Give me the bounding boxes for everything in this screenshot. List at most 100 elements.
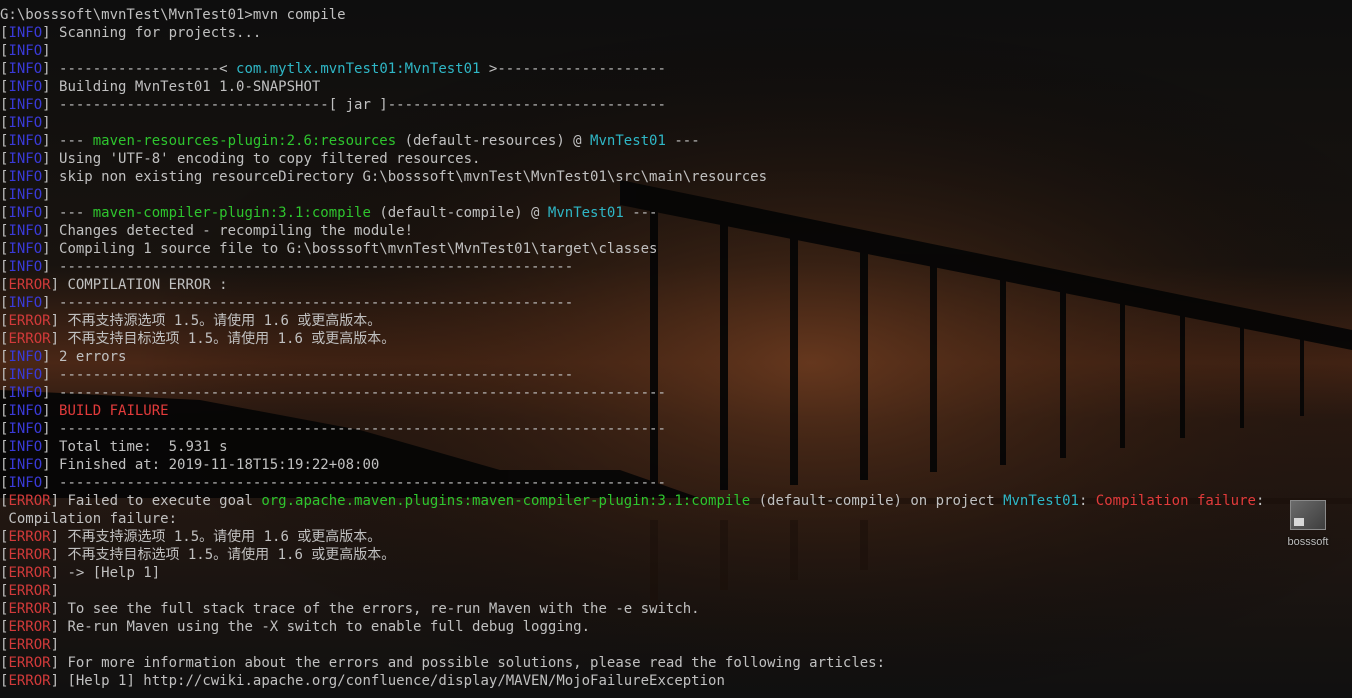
terminal-text: ] bbox=[50, 493, 68, 509]
terminal-text: INFO bbox=[8, 133, 43, 149]
terminal-text: G:\bosssoft\mvnTest\MvnTest01>mvn compil… bbox=[0, 7, 346, 23]
terminal-line: [INFO] bbox=[0, 186, 1352, 204]
terminal-text: ] bbox=[42, 349, 60, 365]
terminal-text: ] bbox=[42, 79, 60, 95]
terminal-text: INFO bbox=[8, 43, 43, 59]
terminal-line: [INFO] skip non existing resourceDirecto… bbox=[0, 168, 1352, 186]
terminal-line: [INFO] --- maven-resources-plugin:2.6:re… bbox=[0, 132, 1352, 150]
terminal-line: [ERROR] -> [Help 1] bbox=[0, 564, 1352, 582]
terminal-line: [INFO] 2 errors bbox=[0, 348, 1352, 366]
terminal-line: [ERROR] 不再支持目标选项 1.5。请使用 1.6 或更高版本。 bbox=[0, 330, 1352, 348]
terminal-text: ERROR bbox=[8, 565, 51, 581]
terminal-line: [INFO] Compiling 1 source file to G:\bos… bbox=[0, 240, 1352, 258]
terminal-text: ERROR bbox=[8, 493, 51, 509]
terminal-text: ] bbox=[42, 421, 60, 437]
terminal-text: ERROR bbox=[8, 529, 51, 545]
terminal-text: INFO bbox=[8, 367, 43, 383]
terminal-line: [ERROR] bbox=[0, 582, 1352, 600]
terminal-line: [INFO] ---------------------------------… bbox=[0, 294, 1352, 312]
terminal-text: --- bbox=[665, 133, 700, 149]
terminal-text: Compilation failure: bbox=[0, 511, 178, 527]
terminal-text: INFO bbox=[8, 25, 43, 41]
terminal-line: G:\bosssoft\mvnTest\MvnTest01>mvn compil… bbox=[0, 6, 1352, 24]
terminal-text: maven-compiler-plugin:3.1:compile bbox=[92, 205, 371, 221]
terminal-text: 不再支持目标选项 1.5。请使用 1.6 或更高版本。 bbox=[67, 331, 396, 347]
terminal-text: skip non existing resourceDirectory G:\b… bbox=[59, 169, 768, 185]
terminal-text: INFO bbox=[8, 385, 43, 401]
terminal-text: 2 errors bbox=[59, 349, 127, 365]
terminal-text: ----------------------------------------… bbox=[59, 475, 666, 491]
terminal-text: [Help 1] http://cwiki.apache.org/conflue… bbox=[67, 673, 725, 689]
terminal-line: [INFO] bbox=[0, 114, 1352, 132]
terminal-text: ] bbox=[42, 457, 60, 473]
terminal-line: [ERROR] [Help 1] http://cwiki.apache.org… bbox=[0, 672, 1352, 690]
terminal-text: ----------------------------------------… bbox=[59, 295, 574, 311]
terminal-text: INFO bbox=[8, 403, 43, 419]
terminal-line: [INFO] Finished at: 2019-11-18T15:19:22+… bbox=[0, 456, 1352, 474]
terminal-text: BUILD FAILURE bbox=[59, 403, 169, 419]
terminal-text: Failed to execute goal bbox=[67, 493, 262, 509]
terminal-text: INFO bbox=[8, 97, 43, 113]
terminal-text: INFO bbox=[8, 349, 43, 365]
terminal-text: ERROR bbox=[8, 619, 51, 635]
terminal-text: ERROR bbox=[8, 673, 51, 689]
terminal-text: 不再支持源选项 1.5。请使用 1.6 或更高版本。 bbox=[67, 529, 382, 545]
terminal-line: [INFO] Total time: 5.931 s bbox=[0, 438, 1352, 456]
terminal-text: 不再支持源选项 1.5。请使用 1.6 或更高版本。 bbox=[67, 313, 382, 329]
terminal-output[interactable]: G:\bosssoft\mvnTest\MvnTest01>mvn compil… bbox=[0, 6, 1352, 690]
terminal-text: ] bbox=[50, 655, 68, 671]
terminal-text: (default-resources) @ bbox=[396, 133, 591, 149]
terminal-text: ] bbox=[50, 565, 68, 581]
terminal-line: [INFO] ---------------------------------… bbox=[0, 258, 1352, 276]
terminal-text: -------------------< bbox=[59, 61, 237, 77]
terminal-line: [ERROR] Failed to execute goal org.apach… bbox=[0, 492, 1352, 510]
terminal-text: INFO bbox=[8, 187, 43, 203]
terminal-text: For more information about the errors an… bbox=[67, 655, 886, 671]
terminal-text: ERROR bbox=[8, 655, 51, 671]
terminal-text: org.apache.maven.plugins:maven-compiler-… bbox=[261, 493, 751, 509]
terminal-text: : bbox=[1255, 493, 1265, 509]
terminal-text: ] bbox=[42, 367, 60, 383]
terminal-text: -> [Help 1] bbox=[67, 565, 161, 581]
terminal-text: --- bbox=[623, 205, 658, 221]
terminal-text: INFO bbox=[8, 475, 43, 491]
terminal-text: Using 'UTF-8' encoding to copy filtered … bbox=[59, 151, 481, 167]
terminal-line: [INFO] Scanning for projects... bbox=[0, 24, 1352, 42]
terminal-text: ] bbox=[50, 529, 68, 545]
terminal-text: INFO bbox=[8, 439, 43, 455]
terminal-text: Scanning for projects... bbox=[59, 25, 262, 41]
terminal-text: ] bbox=[50, 331, 68, 347]
terminal-text: com.mytlx.mvnTest01:MvnTest01 bbox=[236, 61, 481, 77]
terminal-text: INFO bbox=[8, 79, 43, 95]
terminal-text: ----------------------------------------… bbox=[59, 367, 574, 383]
terminal-text: INFO bbox=[8, 295, 43, 311]
terminal-text: ] bbox=[42, 205, 60, 221]
terminal-text: (default-compile) on project bbox=[750, 493, 1004, 509]
terminal-line: [INFO] bbox=[0, 42, 1352, 60]
terminal-text: ] bbox=[42, 259, 60, 275]
terminal-text: ] bbox=[42, 385, 60, 401]
terminal-text: Finished at: 2019-11-18T15:19:22+08:00 bbox=[59, 457, 380, 473]
terminal-text: ] bbox=[50, 601, 68, 617]
terminal-text: ERROR bbox=[8, 277, 51, 293]
terminal-text: ] bbox=[50, 673, 68, 689]
terminal-line: [ERROR] For more information about the e… bbox=[0, 654, 1352, 672]
terminal-text: : bbox=[1078, 493, 1096, 509]
terminal-text: ] bbox=[50, 547, 68, 563]
terminal-line: [INFO] -------------------< com.mytlx.mv… bbox=[0, 60, 1352, 78]
terminal-text: maven-resources-plugin:2.6:resources bbox=[92, 133, 397, 149]
terminal-line: [ERROR] bbox=[0, 636, 1352, 654]
terminal-line: [INFO] ---------------------------------… bbox=[0, 420, 1352, 438]
terminal-line: [INFO] ---------------------------------… bbox=[0, 474, 1352, 492]
terminal-text: ERROR bbox=[8, 547, 51, 563]
terminal-text: To see the full stack trace of the error… bbox=[67, 601, 700, 617]
terminal-text: ----------------------------------------… bbox=[59, 385, 666, 401]
terminal-line: [INFO] Building MvnTest01 1.0-SNAPSHOT bbox=[0, 78, 1352, 96]
terminal-line: [INFO] ---------------------------------… bbox=[0, 366, 1352, 384]
terminal-text: INFO bbox=[8, 457, 43, 473]
terminal-text: ERROR bbox=[8, 583, 51, 599]
terminal-text: Building MvnTest01 1.0-SNAPSHOT bbox=[59, 79, 321, 95]
terminal-text: INFO bbox=[8, 115, 43, 131]
terminal-line: [INFO] Using 'UTF-8' encoding to copy fi… bbox=[0, 150, 1352, 168]
terminal-line: [INFO] --------------------------------[… bbox=[0, 96, 1352, 114]
